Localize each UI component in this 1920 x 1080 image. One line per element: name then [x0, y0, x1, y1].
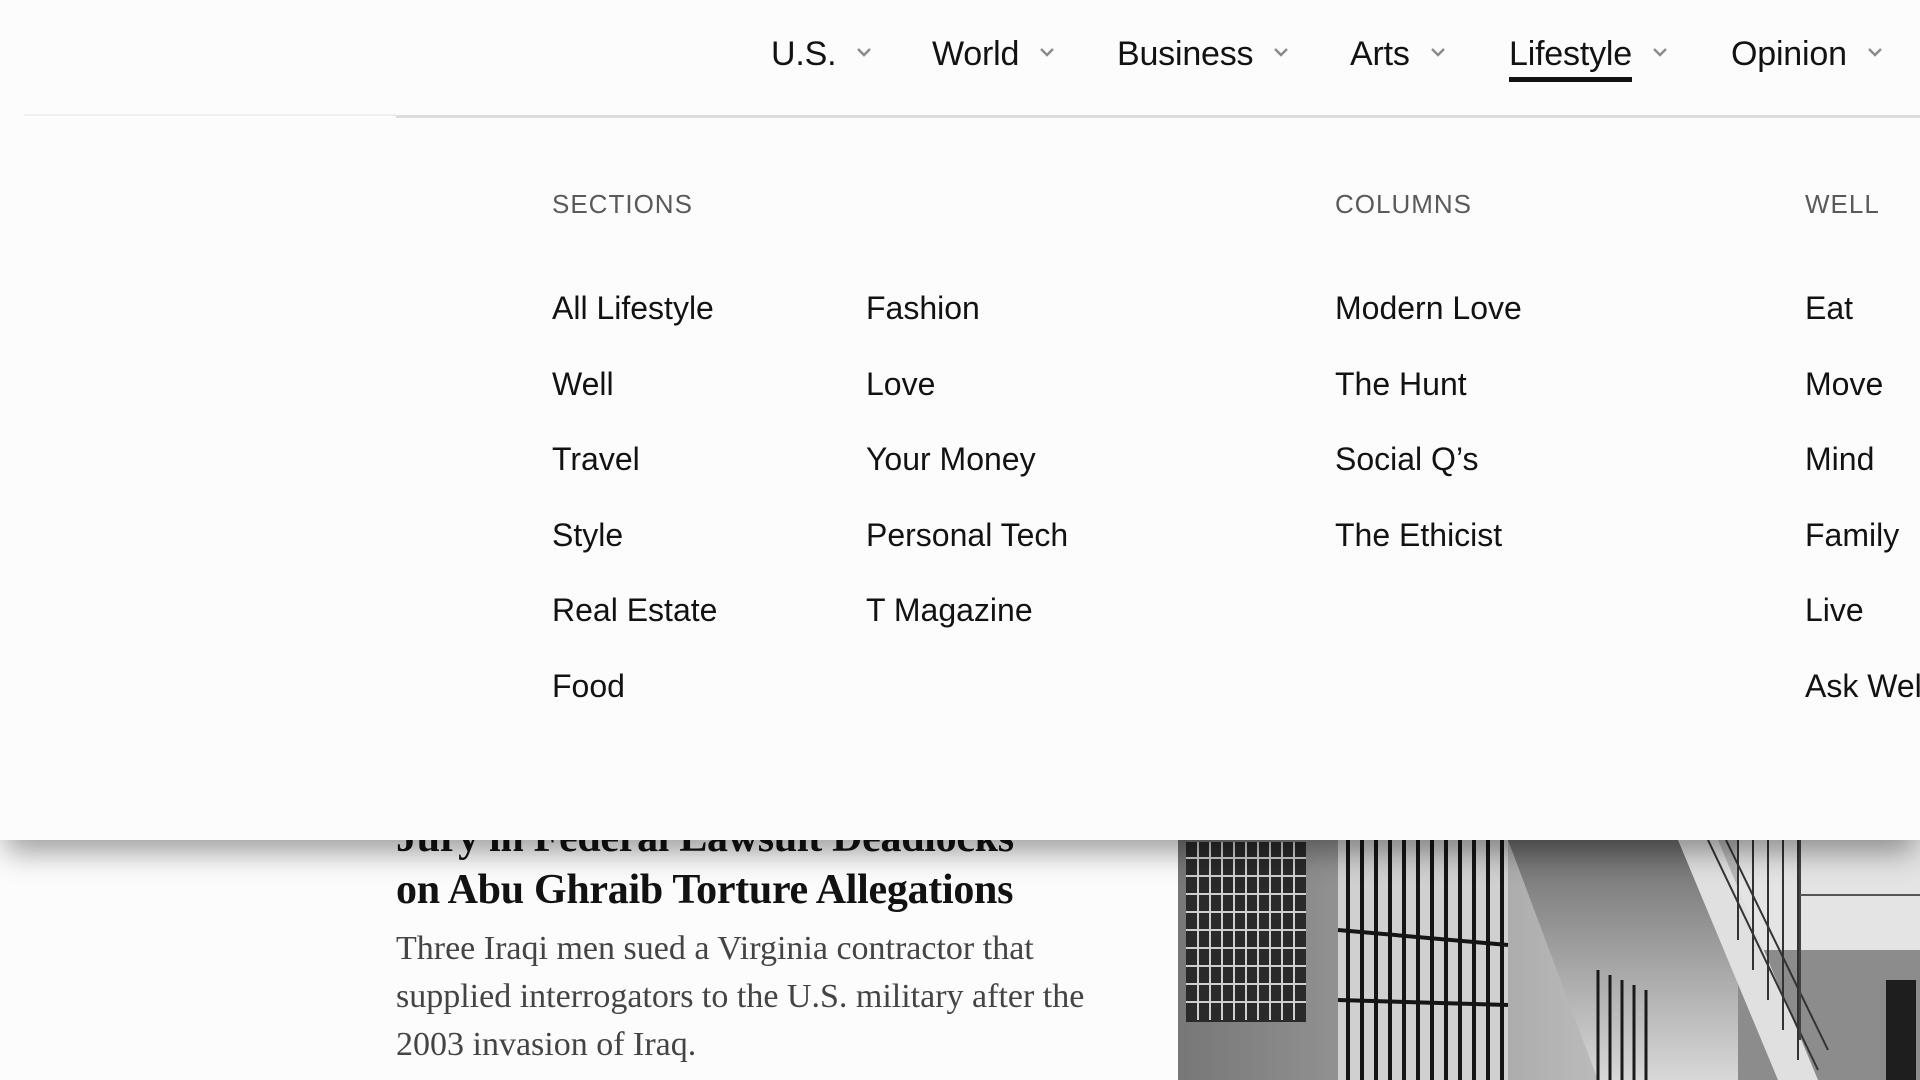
columns-header: COLUMNS — [1335, 189, 1473, 219]
nav-label: U.S. — [771, 35, 837, 73]
menu-link-fashion[interactable]: Fashion — [866, 288, 1068, 364]
menu-link-the-hunt[interactable]: The Hunt — [1335, 364, 1522, 440]
nav-label: Lifestyle — [1509, 35, 1632, 82]
menu-link-your-money[interactable]: Your Money — [866, 439, 1068, 515]
menu-divider — [396, 115, 1920, 118]
menu-link-t-magazine[interactable]: T Magazine — [866, 590, 1068, 666]
menu-link-ask-well[interactable]: Ask Well — [1805, 666, 1920, 742]
menu-link-real-estate[interactable]: Real Estate — [552, 590, 717, 666]
menu-link-well[interactable]: Well — [552, 364, 717, 440]
nav-label: Opinion — [1731, 35, 1847, 73]
nav-label: Arts — [1350, 35, 1410, 73]
menu-link-live[interactable]: Live — [1805, 590, 1920, 666]
header-divider — [24, 114, 396, 116]
menu-link-all-lifestyle[interactable]: All Lifestyle — [552, 288, 717, 364]
well-list: Eat Move Mind Family Live Ask Well — [1805, 288, 1920, 741]
headline-line-2[interactable]: on Abu Ghraib Torture Allegations — [396, 867, 1013, 913]
nav-label: World — [932, 35, 1020, 73]
page: Jury in Federal Lawsuit Deadlocks on Abu… — [0, 0, 1920, 1080]
columns-list: Modern Love The Hunt Social Q’s The Ethi… — [1335, 288, 1522, 590]
sections-list-1: All Lifestyle Well Travel Style Real Est… — [552, 288, 717, 741]
sections-list-2: Fashion Love Your Money Personal Tech T … — [866, 288, 1068, 666]
menu-link-style[interactable]: Style — [552, 515, 717, 591]
menu-link-travel[interactable]: Travel — [552, 439, 717, 515]
article-photo[interactable] — [1178, 820, 1920, 1080]
nav-item-business[interactable]: Business — [1117, 34, 1289, 84]
menu-link-the-ethicist[interactable]: The Ethicist — [1335, 515, 1522, 591]
article-summary: Three Iraqi men sued a Virginia contract… — [396, 930, 1085, 1063]
menu-link-mind[interactable]: Mind — [1805, 439, 1920, 515]
chevron-down-icon[interactable] — [1039, 44, 1055, 60]
menu-link-love[interactable]: Love — [866, 364, 1068, 440]
nav-item-lifestyle[interactable]: Lifestyle — [1509, 34, 1668, 84]
menu-link-modern-love[interactable]: Modern Love — [1335, 288, 1522, 364]
menu-link-personal-tech[interactable]: Personal Tech — [866, 515, 1068, 591]
chevron-down-icon[interactable] — [1867, 44, 1883, 60]
nav-item-us[interactable]: U.S. — [771, 34, 872, 84]
chevron-down-icon[interactable] — [1430, 44, 1446, 60]
menu-link-family[interactable]: Family — [1805, 515, 1920, 591]
lifestyle-dropdown-menu: U.S. World Business Arts Lifestyle Opini… — [0, 0, 1920, 840]
chevron-down-icon[interactable] — [1652, 44, 1668, 60]
menu-link-eat[interactable]: Eat — [1805, 288, 1920, 364]
top-navigation: U.S. World Business Arts Lifestyle Opini… — [0, 0, 1920, 116]
prison-cell-block-photo — [1178, 820, 1920, 1080]
menu-link-social-qs[interactable]: Social Q’s — [1335, 439, 1522, 515]
nav-label: Business — [1117, 35, 1254, 73]
sections-header: SECTIONS — [552, 189, 693, 219]
menu-link-move[interactable]: Move — [1805, 364, 1920, 440]
nav-item-arts[interactable]: Arts — [1350, 34, 1446, 84]
nav-item-world[interactable]: World — [932, 34, 1055, 84]
well-header: WELL — [1805, 189, 1880, 219]
chevron-down-icon[interactable] — [1273, 44, 1289, 60]
chevron-down-icon[interactable] — [856, 44, 872, 60]
nav-item-opinion[interactable]: Opinion — [1731, 34, 1883, 84]
menu-link-food[interactable]: Food — [552, 666, 717, 742]
